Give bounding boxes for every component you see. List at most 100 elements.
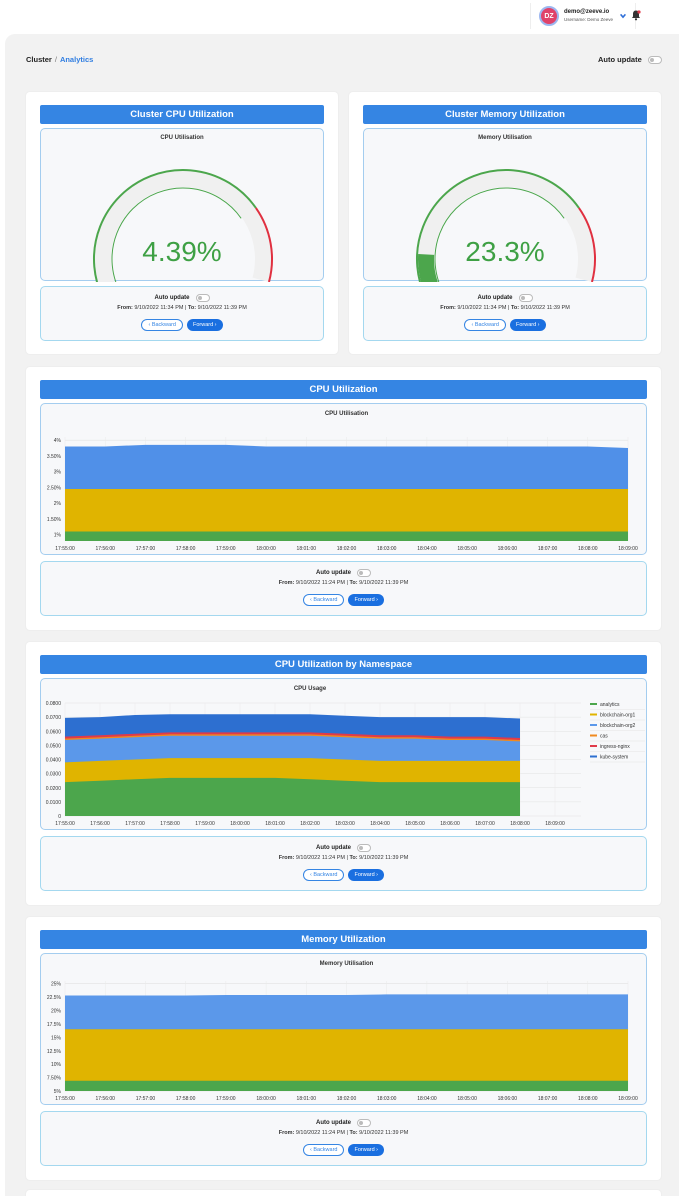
- x-tick-label: 18:06:00: [498, 546, 518, 552]
- x-tick-label: 18:08:00: [510, 821, 530, 827]
- x-tick-label: 18:01:00: [297, 546, 317, 552]
- time-range: From: 9/10/2022 11:34 PM | To: 9/10/2022…: [440, 305, 570, 311]
- y-tick-label: 22.5%: [47, 995, 62, 1001]
- forward-button[interactable]: Forward ›: [348, 594, 385, 606]
- card-title: Memory Utilization: [40, 930, 647, 949]
- backward-button[interactable]: ‹ Backward: [464, 319, 506, 331]
- breadcrumb-separator: /: [54, 55, 57, 64]
- chart-panel: Memory Utilisation 5% 7.50% 10% 12.5% 15% 17.5…: [40, 953, 647, 1105]
- y-tick-label: 20%: [51, 1009, 62, 1015]
- memory-gauge-card: Cluster Memory Utilization Memory Utilis…: [349, 92, 661, 354]
- x-tick-label: 17:58:00: [160, 821, 180, 827]
- backward-button[interactable]: ‹ Backward: [302, 594, 345, 606]
- auto-update-row: Auto update: [41, 569, 646, 577]
- x-tick-label: 18:05:00: [457, 546, 477, 552]
- auto-update-toggle[interactable]: [357, 844, 371, 852]
- backward-button[interactable]: ‹ Backward: [141, 319, 183, 331]
- time-controls: Auto update From: 9/10/2022 11:24 PM | T…: [40, 836, 647, 891]
- forward-button[interactable]: Forward ›: [186, 319, 223, 331]
- auto-update-row: Auto update: [41, 1119, 646, 1127]
- memory-utilization-chart: Memory Utilisation 5% 7.50% 10% 12.5% 15% 17.5…: [47, 961, 638, 1102]
- area-series-0: [65, 1080, 628, 1091]
- legend-item-cas[interactable]: cas: [600, 734, 608, 740]
- x-tick-label: 17:55:00: [55, 821, 75, 827]
- notification-bell-icon[interactable]: [630, 9, 642, 21]
- time-controls: Auto update From: 9/10/2022 11:24 PM | T…: [40, 561, 647, 616]
- forward-button[interactable]: Forward ›: [348, 1144, 385, 1156]
- x-tick-label: 18:09:00: [618, 546, 638, 552]
- y-tick-label: 10%: [51, 1062, 62, 1068]
- cpu-namespace-card: CPU Utilization by Namespace CPU Usage 0 0…: [26, 642, 661, 905]
- auto-update-label: Auto update: [598, 55, 642, 64]
- backward-button[interactable]: ‹ Backward: [302, 1144, 345, 1156]
- legend-item-blockchain-org1[interactable]: blockchain-org1: [600, 713, 636, 719]
- gauge-panel: CPU Utilisation 4.39%: [40, 128, 324, 282]
- from-label: From:: [440, 305, 456, 311]
- from-value: 9/10/2022 11:24 PM: [295, 1130, 345, 1136]
- area-series-analytics: [65, 777, 520, 816]
- breadcrumb-cluster[interactable]: Cluster: [26, 55, 52, 64]
- card-title: Cluster CPU Utilization: [40, 105, 324, 124]
- x-tick-label: 18:08:00: [578, 546, 598, 552]
- time-range: From: 9/10/2022 11:24 PM | To: 9/10/2022…: [278, 580, 409, 586]
- time-controls: Auto update From: 9/10/2022 11:34 PM | T…: [40, 286, 324, 341]
- chevron-down-icon[interactable]: [619, 12, 627, 20]
- y-tick-label: 3%: [54, 470, 62, 476]
- user-menu[interactable]: DZ demo@zeeve.io Username: Demo Zeeve: [530, 3, 637, 29]
- x-tick-label: 17:56:00: [90, 821, 110, 827]
- chart-title: CPU Utilisation: [325, 411, 369, 417]
- x-tick-label: 18:06:00: [498, 1096, 518, 1102]
- legend-item-ingress-nginx[interactable]: ingress-nginx: [600, 744, 630, 750]
- to-label: To:: [349, 1130, 358, 1136]
- backward-button[interactable]: ‹ Backward: [302, 869, 345, 881]
- from-label: From:: [278, 580, 295, 586]
- y-tick-label: 0.0700: [46, 715, 62, 721]
- gauge-panel: Memory Utilisation 23.3%: [363, 128, 647, 282]
- forward-button[interactable]: Forward ›: [348, 869, 385, 881]
- x-tick-label: 17:56:00: [95, 1096, 115, 1102]
- auto-update-toggle[interactable]: [518, 294, 533, 302]
- legend-swatch: [590, 755, 597, 758]
- to-value: 9/10/2022 11:39 PM: [359, 580, 409, 586]
- legend-item-blockchain-org2[interactable]: blockchain-org2: [600, 723, 636, 729]
- chart-title: CPU Usage: [294, 686, 327, 692]
- to-label: To:: [349, 855, 358, 861]
- x-tick-label: 18:08:00: [578, 1096, 598, 1102]
- x-tick-label: 18:00:00: [256, 546, 276, 552]
- gauge-value: 23.3%: [465, 236, 545, 267]
- y-tick-label: 0.0300: [46, 772, 62, 778]
- x-tick-label: 18:07:00: [538, 1096, 558, 1102]
- x-tick-label: 18:01:00: [265, 821, 285, 827]
- x-tick-label: 18:05:00: [457, 1096, 477, 1102]
- to-label: To:: [187, 305, 197, 311]
- from-value: 9/10/2022 11:24 PM: [295, 580, 345, 586]
- auto-update-row: Auto update: [41, 844, 646, 852]
- auto-update-toggle[interactable]: [647, 55, 662, 64]
- legend-item-kube-system[interactable]: kube-system: [600, 755, 628, 761]
- from-value: 9/10/2022 11:34 PM: [457, 305, 507, 311]
- x-tick-label: 17:59:00: [195, 821, 215, 827]
- time-range: From: 9/10/2022 11:34 PM | To: 9/10/2022…: [117, 305, 247, 311]
- x-tick-label: 18:03:00: [335, 821, 355, 827]
- y-tick-label: 0.0600: [46, 729, 62, 735]
- auto-update-toggle[interactable]: [357, 1119, 371, 1127]
- chart-title: Memory Utilisation: [320, 961, 374, 967]
- y-tick-label: 25%: [51, 982, 62, 988]
- legend-item-analytics[interactable]: analytics: [600, 702, 620, 708]
- x-tick-label: 18:01:00: [297, 1096, 317, 1102]
- breadcrumb-analytics[interactable]: Analytics: [60, 55, 93, 64]
- avatar[interactable]: DZ: [539, 6, 559, 26]
- y-tick-label: 0.0800: [46, 701, 62, 707]
- legend-swatch: [590, 713, 597, 716]
- auto-update-toggle[interactable]: [357, 569, 371, 577]
- from-value: 9/10/2022 11:34 PM: [134, 305, 184, 311]
- y-tick-label: 4%: [54, 438, 62, 444]
- to-value: 9/10/2022 11:39 PM: [520, 305, 570, 311]
- to-value: 9/10/2022 11:39 PM: [359, 855, 409, 861]
- x-tick-label: 18:00:00: [230, 821, 250, 827]
- auto-update-toggle[interactable]: [195, 294, 210, 302]
- main-content: Cluster / Analytics Auto update Cluster CP…: [5, 34, 679, 1196]
- x-tick-label: 18:00:00: [256, 1096, 276, 1102]
- forward-button[interactable]: Forward ›: [509, 319, 546, 331]
- auto-update-label: Auto update: [154, 295, 190, 301]
